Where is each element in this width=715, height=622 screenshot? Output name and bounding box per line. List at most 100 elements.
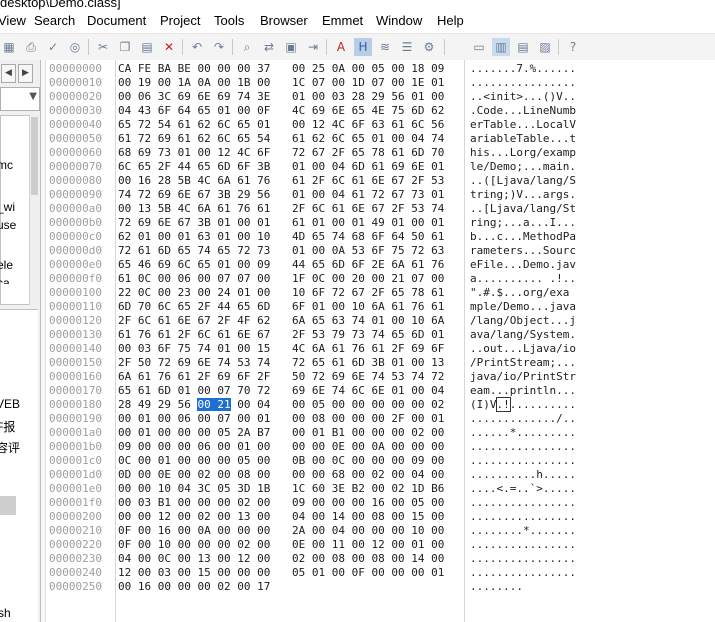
hex-row[interactable]: 000001f0 00 03 B1 00 00 00 02 00 09 00 00 … bbox=[46, 496, 715, 510]
hex-bytes-right[interactable]: 4D 65 74 68 6F 64 50 61 bbox=[292, 230, 444, 244]
hex-bytes-left[interactable]: 61 0C 00 06 00 07 07 00 bbox=[118, 272, 270, 286]
help-icon[interactable]: ? bbox=[564, 38, 582, 56]
ascii-text[interactable]: ..........h..... bbox=[470, 468, 576, 482]
hex-bytes-right[interactable]: 00 25 0A 00 05 00 18 09 bbox=[292, 62, 444, 76]
menu-help[interactable]: Help bbox=[437, 13, 464, 28]
menu-project[interactable]: Project bbox=[160, 13, 200, 28]
nav-right-button[interactable]: ▶ bbox=[18, 64, 33, 83]
hex-bytes-right[interactable]: 61 62 6C 65 01 00 04 74 bbox=[292, 132, 444, 146]
hex-row[interactable]: 00000170 65 61 6D 01 00 07 70 72 69 6E 74 … bbox=[46, 384, 715, 398]
replace-icon[interactable]: ⇄ bbox=[260, 38, 278, 56]
panel-item[interactable]: VEB bbox=[0, 397, 20, 411]
hex-row[interactable]: 00000110 6D 70 6C 65 2F 44 65 6D 6F 01 00 … bbox=[46, 300, 715, 314]
hex-row[interactable]: 000000a0 00 13 5B 4C 6A 61 76 61 2F 6C 61 … bbox=[46, 202, 715, 216]
ascii-segment[interactable]: (I)V bbox=[470, 398, 497, 411]
hex-bytes-right[interactable]: 44 65 6D 6F 2E 6A 61 76 bbox=[292, 258, 444, 272]
hex-bytes-left[interactable]: 00 03 6F 75 74 01 00 15 bbox=[118, 342, 270, 356]
hex-bytes-left[interactable]: 72 61 6D 65 74 65 72 73 bbox=[118, 244, 270, 258]
hex-bytes-right[interactable]: 72 67 2F 65 78 61 6D 70 bbox=[292, 146, 444, 160]
sidebar-scrollbar[interactable] bbox=[29, 115, 39, 305]
hex-bytes-right[interactable]: 10 6F 72 67 2F 65 78 61 bbox=[292, 286, 444, 300]
hex-bytes-left[interactable]: 00 16 28 5B 4C 6A 61 76 bbox=[118, 174, 270, 188]
hex-bytes-left[interactable]: 2F 50 72 69 6E 74 53 74 bbox=[118, 356, 270, 370]
hex-bytes-left[interactable]: 00 03 B1 00 00 00 02 00 bbox=[118, 496, 270, 510]
menu-window[interactable]: Window bbox=[376, 13, 422, 28]
menu-search[interactable]: Search bbox=[34, 13, 75, 28]
settings-gear-icon[interactable]: ⚙ bbox=[420, 38, 438, 56]
hex-row[interactable]: 000000d0 72 61 6D 65 74 65 72 73 01 00 0A … bbox=[46, 244, 715, 258]
hex-bytes-left[interactable]: 28 49 29 56 00 21 00 04 bbox=[118, 398, 270, 412]
hex-row[interactable]: 000000f0 61 0C 00 06 00 07 07 00 1F 0C 00 … bbox=[46, 272, 715, 286]
spellcheck-icon[interactable]: ✓ bbox=[44, 38, 62, 56]
cut-icon[interactable]: ✂ bbox=[94, 38, 112, 56]
list-item[interactable]: ca bbox=[0, 276, 10, 284]
hex-bytes-right[interactable]: 04 00 14 00 08 00 15 00 bbox=[292, 510, 444, 524]
ascii-text[interactable]: ..out...Ljava/io bbox=[470, 342, 576, 356]
ascii-text[interactable]: ................ bbox=[470, 510, 576, 524]
hex-bytes-right[interactable]: 00 01 B1 00 00 00 02 00 bbox=[292, 426, 444, 440]
word-wrap-icon[interactable]: ≋ bbox=[376, 38, 394, 56]
list-item[interactable]: mc bbox=[0, 158, 13, 172]
hex-bytes-right[interactable]: 00 00 0E 00 0A 00 00 00 bbox=[292, 440, 444, 454]
hex-bytes-left[interactable]: 00 01 00 06 00 07 00 01 bbox=[118, 412, 270, 426]
ascii-text[interactable]: (I)V.!.......... bbox=[470, 397, 576, 412]
ascii-text[interactable]: ....<.=..`>..... bbox=[470, 482, 576, 496]
hex-row[interactable]: 00000210 0F 00 16 00 0A 00 00 00 2A 00 04 … bbox=[46, 524, 715, 538]
hex-bytes-left[interactable]: 00 13 5B 4C 6A 61 76 61 bbox=[118, 202, 270, 216]
hex-editor[interactable]: 00000000 CA FE BA BE 00 00 00 37 00 25 0A … bbox=[46, 60, 715, 622]
hex-bytes-left[interactable]: 74 72 69 6E 67 3B 29 56 bbox=[118, 188, 270, 202]
layout-2-icon[interactable]: ▥ bbox=[492, 38, 510, 56]
hex-bytes-left[interactable]: 61 72 69 61 62 6C 65 54 bbox=[118, 132, 270, 146]
hex-row[interactable]: 00000140 00 03 6F 75 74 01 00 15 4C 6A 61 … bbox=[46, 342, 715, 356]
hex-row[interactable]: 00000200 00 00 12 00 02 00 13 00 04 00 14 … bbox=[46, 510, 715, 524]
ascii-text[interactable]: eam...println... bbox=[470, 384, 576, 398]
hex-bytes-right[interactable]: 61 2F 6C 61 6E 67 2F 53 bbox=[292, 174, 444, 188]
hex-bytes-left[interactable]: 00 00 10 04 3C 05 3D 1B bbox=[118, 482, 270, 496]
paste-icon[interactable]: ▤ bbox=[138, 38, 156, 56]
hex-bytes-right[interactable]: 1F 0C 00 20 00 21 07 00 bbox=[292, 272, 444, 286]
ascii-text[interactable]: /lang/Object...j bbox=[470, 314, 576, 328]
hex-bytes-right[interactable]: 00 08 00 00 00 2F 00 01 bbox=[292, 412, 444, 426]
hex-row[interactable]: 00000180 28 49 29 56 00 21 00 04 00 05 00 … bbox=[46, 397, 715, 412]
ascii-text[interactable]: ................ bbox=[470, 538, 576, 552]
hex-row[interactable]: 00000050 61 72 69 61 62 6C 65 54 61 62 6C … bbox=[46, 132, 715, 146]
hex-bytes-left[interactable]: 72 69 6E 67 3B 01 00 01 bbox=[118, 216, 270, 230]
list-item[interactable]: use bbox=[0, 218, 16, 232]
hex-row[interactable]: 00000120 2F 6C 61 6E 67 2F 4F 62 6A 65 63 … bbox=[46, 314, 715, 328]
hex-bytes-left[interactable]: 6D 70 6C 65 2F 44 65 6D bbox=[118, 300, 270, 314]
ascii-text[interactable]: b...c...MethodPa bbox=[470, 230, 576, 244]
hex-bytes-left[interactable]: 65 72 54 61 62 6C 65 01 bbox=[118, 118, 270, 132]
scrollbar-thumb[interactable] bbox=[31, 117, 38, 195]
ascii-text[interactable]: ................ bbox=[470, 566, 576, 580]
hex-row[interactable]: 000000e0 65 46 69 6C 65 01 00 09 44 65 6D … bbox=[46, 258, 715, 272]
hex-row[interactable]: 00000020 00 06 3C 69 6E 69 74 3E 01 00 03 … bbox=[46, 90, 715, 104]
web-preview-icon[interactable]: ◎ bbox=[66, 38, 84, 56]
hex-row[interactable]: 000001b0 09 00 00 00 06 00 01 00 00 00 0E … bbox=[46, 440, 715, 454]
ascii-text[interactable]: ................ bbox=[470, 552, 576, 566]
copy-icon[interactable]: ❐ bbox=[116, 38, 134, 56]
hex-bytes-right[interactable]: 50 72 69 6E 74 53 74 72 bbox=[292, 370, 444, 384]
ascii-text[interactable]: eFile...Demo.jav bbox=[470, 258, 576, 272]
hex-bytes-right[interactable]: 01 00 04 61 72 67 73 01 bbox=[292, 188, 444, 202]
hex-bytes-left[interactable]: CA FE BA BE 00 00 00 37 bbox=[118, 62, 270, 76]
hex-bytes-left[interactable]: 09 00 00 00 06 00 01 00 bbox=[118, 440, 270, 454]
hex-bytes-right[interactable]: 09 00 00 00 16 00 05 00 bbox=[292, 496, 444, 510]
hex-bytes-left[interactable]: 00 00 12 00 02 00 13 00 bbox=[118, 510, 270, 524]
hex-bytes-left[interactable]: 61 76 61 2F 6C 61 6E 67 bbox=[118, 328, 270, 342]
hex-bytes-right[interactable]: 2F 53 79 73 74 65 6D 01 bbox=[292, 328, 444, 342]
redo-icon[interactable]: ↷ bbox=[210, 38, 228, 56]
hex-bytes-right[interactable]: 6F 01 00 10 6A 61 76 61 bbox=[292, 300, 444, 314]
find-in-files-icon[interactable]: ▣ bbox=[282, 38, 300, 56]
hex-row[interactable]: 00000100 22 0C 00 23 00 24 01 00 10 6F 72 … bbox=[46, 286, 715, 300]
list-item[interactable]: _wi bbox=[0, 200, 15, 214]
hex-row[interactable]: 00000250 00 16 00 00 00 02 00 17........ bbox=[46, 580, 715, 594]
hex-bytes-left[interactable]: 04 43 6F 64 65 01 00 0F bbox=[118, 104, 270, 118]
ascii-text[interactable]: .......7.%...... bbox=[470, 62, 576, 76]
layout-4-icon[interactable]: ▨ bbox=[536, 38, 554, 56]
goto-icon[interactable]: ⇥ bbox=[304, 38, 322, 56]
sidebar-list[interactable]: mc _wi use ele ca bbox=[0, 115, 32, 305]
ascii-text[interactable]: rameters...Sourc bbox=[470, 244, 576, 258]
hex-bytes-left[interactable]: 22 0C 00 23 00 24 01 00 bbox=[118, 286, 270, 300]
panel-item[interactable]: sh bbox=[0, 606, 11, 620]
ascii-text[interactable]: ariableTable...t bbox=[470, 132, 576, 146]
